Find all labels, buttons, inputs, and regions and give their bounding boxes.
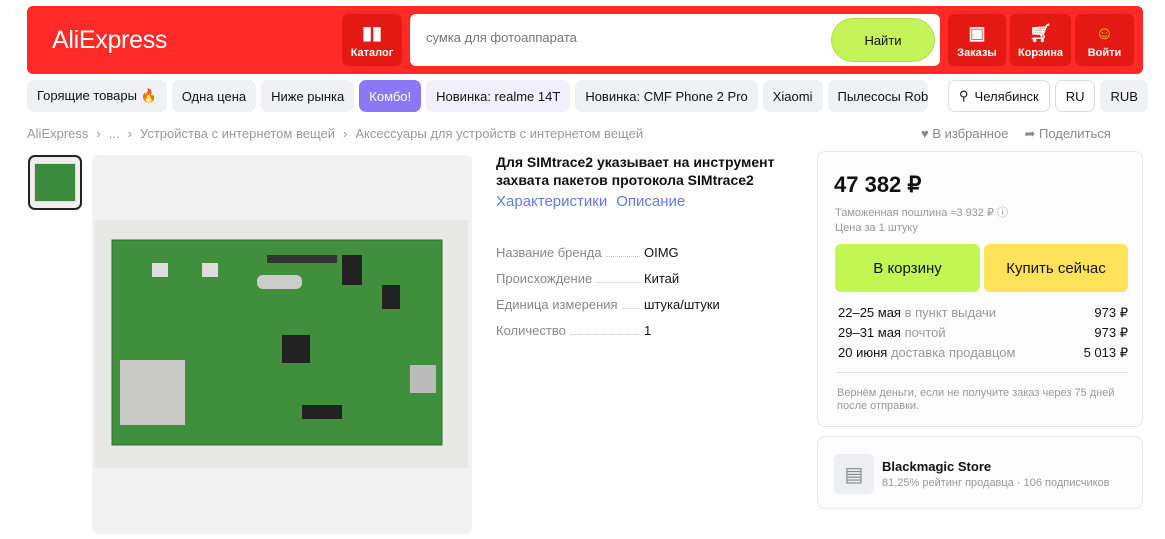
box-icon: ▣ bbox=[968, 23, 986, 43]
pcb-thumbnail-image bbox=[34, 163, 76, 202]
search-box: Найти bbox=[410, 14, 940, 66]
spec-value: Китай bbox=[644, 271, 680, 286]
product-image[interactable] bbox=[92, 155, 472, 534]
catalog-button[interactable]: ▮▮ Каталог bbox=[342, 14, 402, 66]
login-button[interactable]: ☺ Войти bbox=[1075, 14, 1134, 66]
location-button[interactable]: ⚲ Челябинск bbox=[948, 80, 1050, 112]
store-icon: ▤ bbox=[834, 454, 874, 494]
tab-description[interactable]: Описание bbox=[616, 193, 685, 210]
spec-row: Количество 1 bbox=[496, 323, 806, 338]
pcb-image bbox=[95, 220, 468, 468]
header: AliExpress ▮▮Каталог Найти ▣Заказы 🛒︎Кор… bbox=[27, 6, 1143, 74]
delivery-option[interactable]: 20 июня доставка продавцом 5 013 ₽ bbox=[838, 345, 1128, 361]
info-icon[interactable]: ⓘ bbox=[997, 207, 1008, 219]
chip-vacuum[interactable]: Пылесосы Rob bbox=[827, 80, 928, 112]
spec-value: штука/штуки bbox=[644, 297, 720, 312]
store-name[interactable]: Blackmagic Store bbox=[882, 459, 991, 474]
share-button[interactable]: ➦ Поделиться bbox=[1024, 126, 1110, 142]
breadcrumb-item[interactable]: Аксессуары для устройств с интернетом ве… bbox=[355, 126, 643, 141]
spec-row: Название бренда OIMG bbox=[496, 245, 806, 260]
orders-button[interactable]: ▣ Заказы bbox=[948, 14, 1006, 66]
chip-below-market[interactable]: Ниже рынка bbox=[261, 80, 355, 112]
divider bbox=[837, 372, 1128, 373]
breadcrumb: AliExpress › ... › Устройства с интернетом… bbox=[27, 126, 643, 141]
store-card[interactable]: ▤ Blackmagic Store 81,25% рейтинг продав… bbox=[817, 436, 1143, 509]
product-title: Для SIMtrace2 указывает на инструмент за… bbox=[496, 154, 775, 188]
product-actions: ♥ В избранное ➦ Поделиться bbox=[921, 126, 1111, 142]
breadcrumb-item[interactable]: Устройства с интернетом вещей bbox=[140, 126, 335, 141]
price-card: 47 382 ₽ Таможенная пошлина ≈3 932 ₽ ⓘ Ц… bbox=[817, 151, 1143, 427]
delivery-option[interactable]: 29–31 мая почтой 973 ₽ bbox=[838, 325, 1128, 341]
buy-now-button[interactable]: Купить сейчас bbox=[984, 244, 1128, 292]
chevron-right-icon: › bbox=[127, 126, 132, 141]
favorite-button[interactable]: ♥ В избранное bbox=[921, 126, 1008, 142]
smiley-icon: ☺ bbox=[1095, 23, 1114, 43]
locale-controls: ⚲ Челябинск RU RUB bbox=[948, 80, 1148, 112]
book-icon: ▮▮ bbox=[362, 23, 382, 43]
chip-cmf[interactable]: Новинка: CMF Phone 2 Pro bbox=[575, 80, 758, 112]
cart-button[interactable]: 🛒︎ Корзина bbox=[1010, 14, 1071, 66]
spec-row: Единица измерения штука/штуки bbox=[496, 297, 806, 312]
breadcrumb-item[interactable]: ... bbox=[109, 126, 120, 141]
add-to-cart-button[interactable]: В корзину bbox=[835, 244, 980, 292]
share-icon: ➦ bbox=[1024, 126, 1036, 141]
spec-value: 1 bbox=[644, 323, 652, 338]
spec-key: Происхождение bbox=[496, 271, 593, 286]
chip-combo[interactable]: Комбо! bbox=[359, 80, 422, 112]
store-stats: 81,25% рейтинг продавца · 106 подписчико… bbox=[882, 477, 1110, 489]
tab-specs[interactable]: Характеристики bbox=[496, 193, 607, 210]
chip-one-price[interactable]: Одна цена bbox=[171, 80, 257, 112]
spec-key: Количество bbox=[496, 323, 566, 338]
spec-value: OIMG bbox=[644, 245, 679, 260]
breadcrumb-item[interactable]: AliExpress bbox=[27, 126, 88, 141]
delivery-option[interactable]: 22–25 мая в пункт выдачи 973 ₽ bbox=[838, 305, 1128, 321]
guarantee-note: Вернём деньги, если не получите заказ че… bbox=[837, 387, 1115, 412]
spec-row: Происхождение Китай bbox=[496, 271, 806, 286]
thumbnail[interactable] bbox=[28, 155, 82, 210]
product-tabs: Характеристики Описание bbox=[496, 193, 685, 210]
currency-button[interactable]: RUB bbox=[1100, 80, 1148, 112]
chip-xiaomi[interactable]: Xiaomi bbox=[762, 80, 823, 112]
spec-key: Название бренда bbox=[496, 245, 602, 260]
chip-hot[interactable]: Горящие товары 🔥 bbox=[27, 80, 167, 112]
language-button[interactable]: RU bbox=[1054, 80, 1096, 112]
spec-key: Единица измерения bbox=[496, 297, 618, 312]
customs-duty: Таможенная пошлина ≈3 932 ₽ ⓘ bbox=[835, 207, 1009, 219]
aliexpress-logo[interactable]: AliExpress bbox=[52, 26, 167, 55]
chevron-right-icon: › bbox=[343, 126, 348, 141]
cart-icon: 🛒︎ bbox=[1029, 23, 1052, 43]
unit-price-note: Цена за 1 штуку bbox=[835, 222, 918, 234]
find-button[interactable]: Найти bbox=[831, 18, 935, 62]
heart-icon: ♥ bbox=[921, 126, 929, 141]
search-input[interactable] bbox=[426, 30, 806, 45]
price: 47 382 ₽ bbox=[834, 172, 922, 197]
location-pin-icon: ⚲ bbox=[959, 88, 969, 103]
chevron-right-icon: › bbox=[96, 126, 101, 141]
chip-realme[interactable]: Новинка: realme 14T bbox=[426, 80, 571, 112]
